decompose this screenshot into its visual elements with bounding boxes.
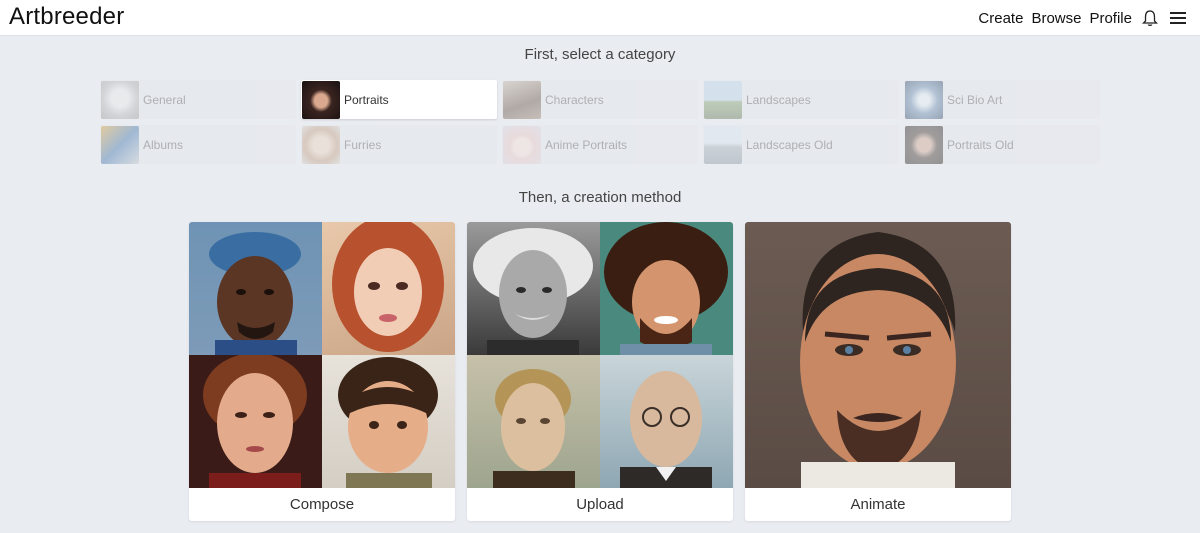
category-general[interactable]: General bbox=[100, 80, 296, 119]
category-thumbnail bbox=[101, 125, 139, 164]
category-label: General bbox=[143, 92, 186, 107]
category-sci-bio-art[interactable]: Sci Bio Art bbox=[904, 80, 1100, 119]
main-nav: Create Browse Profile bbox=[978, 0, 1188, 36]
upload-preview-image bbox=[467, 222, 733, 488]
category-label: Portraits bbox=[344, 92, 389, 107]
category-label: Albums bbox=[143, 137, 184, 152]
category-label: Furries bbox=[344, 137, 382, 152]
category-thumbnail bbox=[302, 80, 340, 119]
nav-browse[interactable]: Browse bbox=[1031, 10, 1081, 27]
category-label: Landscapes Old bbox=[746, 137, 833, 152]
category-thumbnail bbox=[503, 80, 541, 119]
category-label: Sci Bio Art bbox=[947, 92, 1003, 107]
nav-profile[interactable]: Profile bbox=[1089, 10, 1132, 27]
category-furries[interactable]: Furries bbox=[301, 125, 497, 164]
method-upload-label: Upload bbox=[576, 496, 624, 513]
category-label: Portraits Old bbox=[947, 137, 1014, 152]
category-thumbnail bbox=[905, 125, 943, 164]
logo[interactable]: Artbreeder bbox=[9, 3, 124, 31]
method-upload-card[interactable]: Upload bbox=[467, 222, 733, 521]
bell-icon[interactable] bbox=[1140, 8, 1160, 28]
category-portraits[interactable]: Portraits bbox=[301, 80, 497, 119]
method-animate-card[interactable]: Animate bbox=[745, 222, 1011, 521]
method-animate-label: Animate bbox=[850, 496, 906, 513]
category-label: Landscapes bbox=[746, 92, 811, 107]
category-landscapes-old[interactable]: Landscapes Old bbox=[703, 125, 899, 164]
category-anime-portraits[interactable]: Anime Portraits bbox=[502, 125, 698, 164]
category-grid: General Portraits Characters Landscapes … bbox=[100, 80, 1101, 164]
menu-icon[interactable] bbox=[1168, 8, 1188, 28]
category-characters[interactable]: Characters bbox=[502, 80, 698, 119]
category-thumbnail bbox=[704, 80, 742, 119]
category-thumbnail bbox=[704, 125, 742, 164]
category-thumbnail bbox=[302, 125, 340, 164]
nav-create[interactable]: Create bbox=[978, 10, 1023, 27]
category-thumbnail bbox=[905, 80, 943, 119]
category-label: Anime Portraits bbox=[545, 137, 628, 152]
top-navbar: Artbreeder Create Browse Profile bbox=[0, 0, 1200, 36]
animate-preview-image bbox=[745, 222, 1011, 488]
category-portraits-old[interactable]: Portraits Old bbox=[904, 125, 1100, 164]
category-heading: First, select a category bbox=[524, 46, 676, 63]
category-landscapes[interactable]: Landscapes bbox=[703, 80, 899, 119]
category-label: Characters bbox=[545, 92, 604, 107]
method-compose-card[interactable]: Compose bbox=[189, 222, 455, 521]
method-compose-label: Compose bbox=[289, 496, 355, 513]
category-thumbnail bbox=[503, 125, 541, 164]
category-thumbnail bbox=[101, 80, 139, 119]
method-cards: Compose Upload Animate bbox=[189, 222, 1011, 521]
category-albums[interactable]: Albums bbox=[100, 125, 296, 164]
method-heading: Then, a creation method bbox=[518, 189, 682, 206]
compose-preview-image bbox=[189, 222, 455, 488]
